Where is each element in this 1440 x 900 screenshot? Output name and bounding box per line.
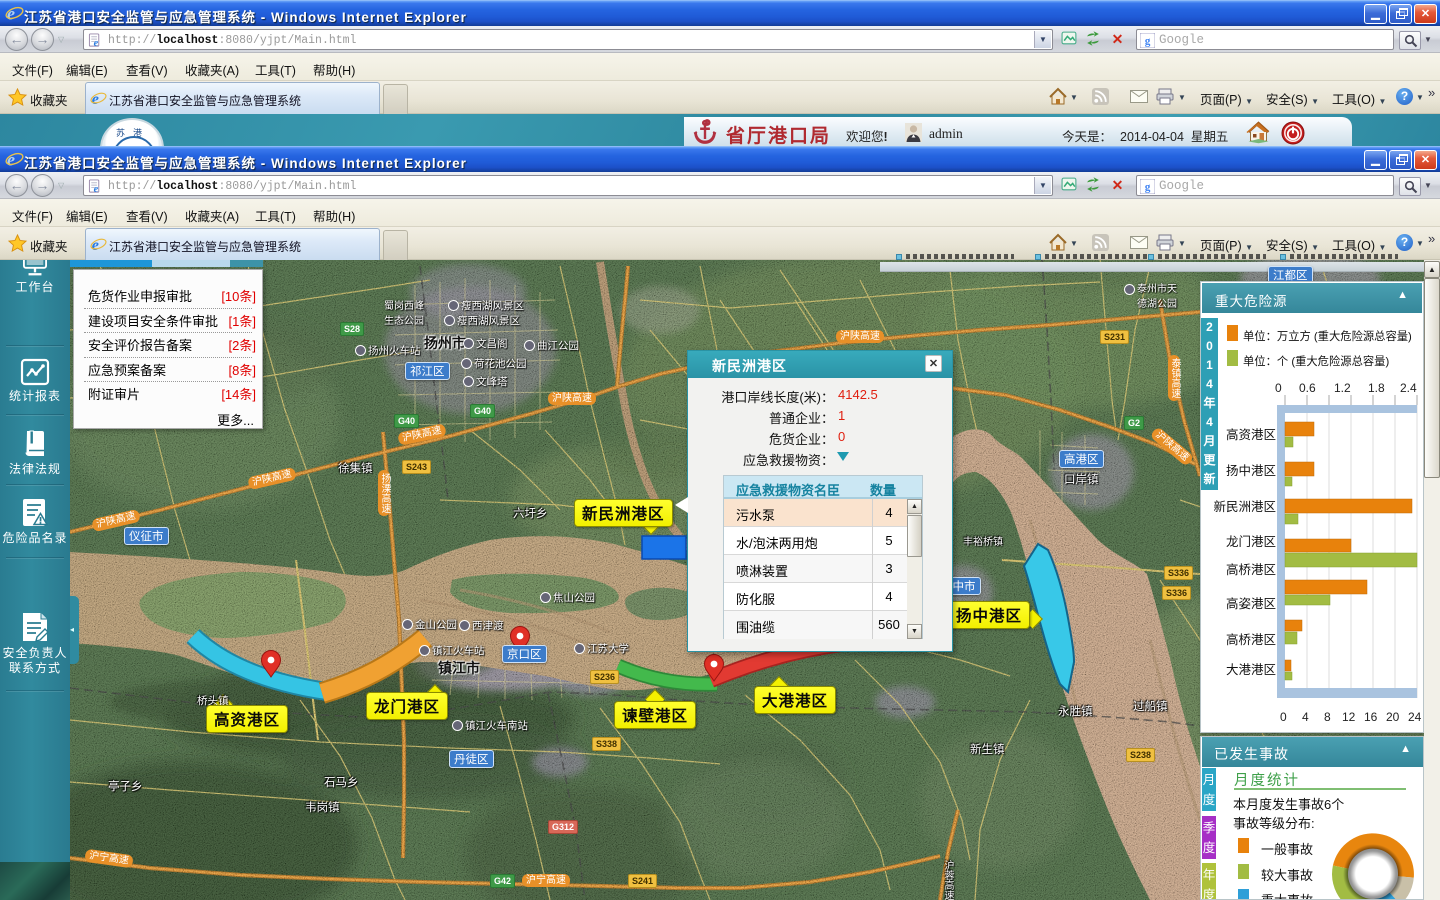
svg-text:g: g: [1145, 182, 1151, 194]
svg-text:e: e: [7, 4, 15, 23]
svg-text:e: e: [7, 150, 15, 169]
svg-text:g: g: [1145, 36, 1151, 48]
svg-text:e: e: [94, 184, 99, 194]
svg-text:e: e: [94, 38, 99, 48]
